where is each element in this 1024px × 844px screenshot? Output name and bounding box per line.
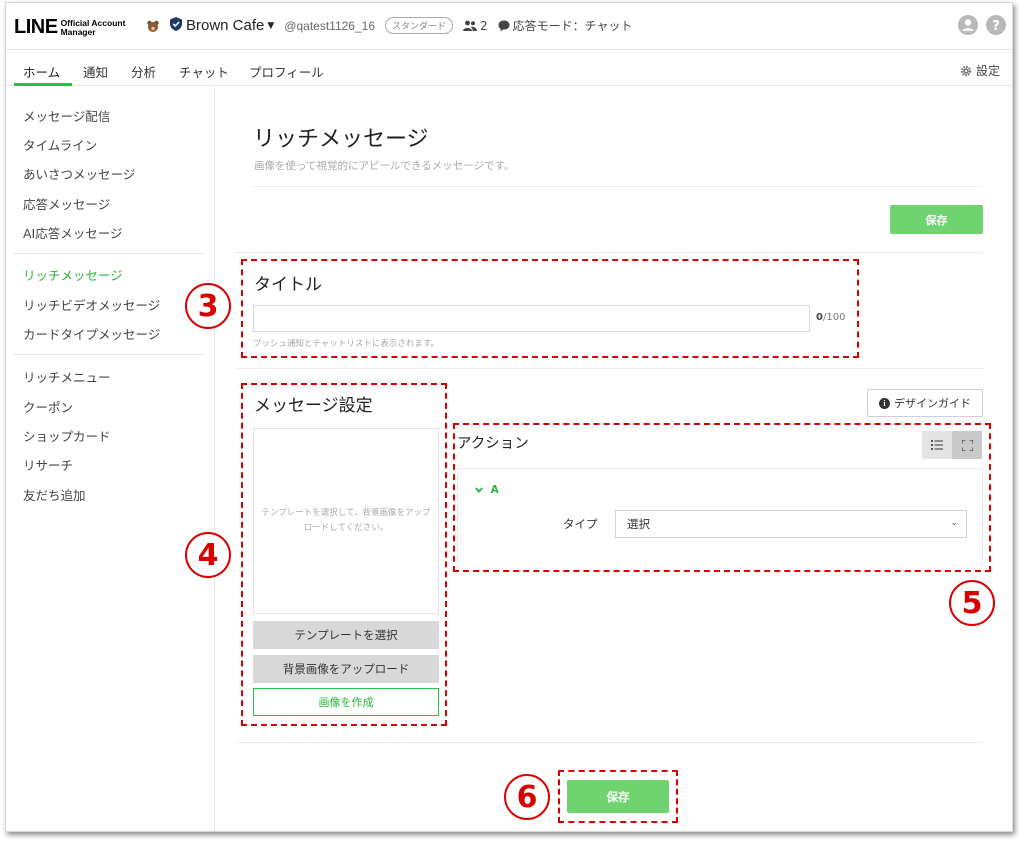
sidebar-item-research[interactable]: リサーチ <box>23 455 73 474</box>
help-icon[interactable]: ? <box>986 15 1006 35</box>
svg-text:?: ? <box>992 19 1000 34</box>
save-button-top[interactable]: 保存 <box>890 205 983 234</box>
active-tab-indicator <box>14 83 72 86</box>
design-guide-button[interactable]: i デザインガイド <box>867 389 983 417</box>
tab-notifications[interactable]: 通知 <box>83 62 108 81</box>
response-mode[interactable]: 応答モード：チャット <box>498 17 633 34</box>
message-settings-heading: メッセージ設定 <box>254 396 373 416</box>
title-char-count: 0 <box>816 312 823 323</box>
sidebar-item-message-delivery[interactable]: メッセージ配信 <box>23 106 110 125</box>
sidebar-item-ai-reply[interactable]: AI応答メッセージ <box>23 223 123 242</box>
page-description: 画像を使って視覚的にアピールできるメッセージです。 <box>254 160 515 172</box>
sidebar-item-greeting-message[interactable]: あいさつメッセージ <box>23 164 135 183</box>
title-hint: プッシュ通知とチャットリストに表示されます。 <box>253 339 440 349</box>
tab-analytics[interactable]: 分析 <box>131 62 156 81</box>
sidebar-item-add-friends[interactable]: 友だち追加 <box>23 485 86 504</box>
members-icon <box>463 20 478 31</box>
settings-link[interactable]: 設定 <box>960 62 1000 79</box>
account-id: @qatest1126_16 <box>284 18 375 33</box>
sidebar-item-card-message[interactable]: カードタイプメッセージ <box>23 324 160 343</box>
divider <box>236 368 983 369</box>
line-logo[interactable]: LINE Official Account Manager <box>14 16 125 39</box>
main-nav: ホーム 通知 分析 チャット プロフィール 設定 <box>6 51 1012 86</box>
preview-placeholder-text: テンプレートを選択して、背景画像をアップロードしてください。 <box>261 508 431 533</box>
sidebar-item-rich-message[interactable]: リッチメッセージ <box>23 265 123 284</box>
caret-down-icon[interactable]: ▼ <box>267 21 274 31</box>
settings-label: 設定 <box>975 64 1000 78</box>
account-avatar-icon <box>146 19 160 33</box>
gear-icon <box>960 65 972 76</box>
sidebar-divider <box>14 253 204 254</box>
logo-line-text: LINE <box>14 16 58 38</box>
account-name[interactable]: Brown Cafe <box>186 17 264 34</box>
create-image-button[interactable]: 画像を作成 <box>253 688 439 716</box>
sidebar: メッセージ配信 タイムライン あいさつメッセージ 応答メッセージ AI応答メッセ… <box>6 87 215 831</box>
divider <box>236 252 983 253</box>
tab-chat[interactable]: チャット <box>179 62 229 81</box>
page-title: リッチメッセージ <box>253 127 429 152</box>
sidebar-item-rich-video-message[interactable]: リッチビデオメッセージ <box>23 295 160 314</box>
title-section-heading: タイトル <box>254 275 322 295</box>
divider <box>253 186 983 187</box>
design-guide-label: デザインガイド <box>894 397 971 410</box>
tab-home[interactable]: ホーム <box>23 62 60 81</box>
sidebar-item-shop-card[interactable]: ショップカード <box>23 426 111 445</box>
sidebar-item-auto-reply[interactable]: 応答メッセージ <box>23 194 110 213</box>
select-template-button[interactable]: テンプレートを選択 <box>253 621 439 649</box>
logo-subtitle-line2: Manager <box>60 26 96 37</box>
app-window: LINE Official Account Manager Brown Cafe… <box>5 2 1013 832</box>
info-icon: i <box>879 397 890 409</box>
annotation-marker-4: 4 <box>185 532 231 578</box>
upload-background-button[interactable]: 背景画像をアップロード <box>253 655 439 683</box>
tab-profile[interactable]: プロフィール <box>249 62 324 81</box>
divider <box>236 742 983 743</box>
account-switcher: Brown Cafe ▼ @qatest1126_16 スタンダード 2 応答モ… <box>146 17 633 34</box>
annotation-marker-5: 5 <box>949 580 995 626</box>
rich-message-preview: テンプレートを選択して、背景画像をアップロードしてください。 <box>253 428 439 614</box>
title-input[interactable] <box>253 305 810 332</box>
plan-badge: スタンダード <box>385 17 454 34</box>
sidebar-item-timeline[interactable]: タイムライン <box>23 135 97 154</box>
annotation-marker-3: 3 <box>185 283 231 329</box>
sidebar-item-rich-menu[interactable]: リッチメニュー <box>23 367 111 386</box>
logo-subtitle: Official Account Manager <box>60 18 126 37</box>
annotation-box-5 <box>453 423 991 572</box>
top-header: LINE Official Account Manager Brown Cafe… <box>6 3 1012 50</box>
response-mode-label: 応答モード：チャット <box>512 19 633 33</box>
title-char-counter: 0/100 <box>816 312 845 323</box>
header-right-icons: ? <box>958 15 1006 35</box>
member-count[interactable]: 2 <box>463 19 488 33</box>
member-count-value: 2 <box>480 18 488 33</box>
chat-bubble-icon <box>498 20 510 31</box>
sidebar-item-coupon[interactable]: クーポン <box>23 397 73 416</box>
save-button-bottom[interactable]: 保存 <box>567 780 669 813</box>
annotation-marker-6: 6 <box>504 774 550 820</box>
shield-badge-icon <box>170 17 182 34</box>
user-account-icon[interactable] <box>958 15 978 35</box>
title-char-max: /100 <box>822 312 846 323</box>
sidebar-divider <box>14 354 204 355</box>
